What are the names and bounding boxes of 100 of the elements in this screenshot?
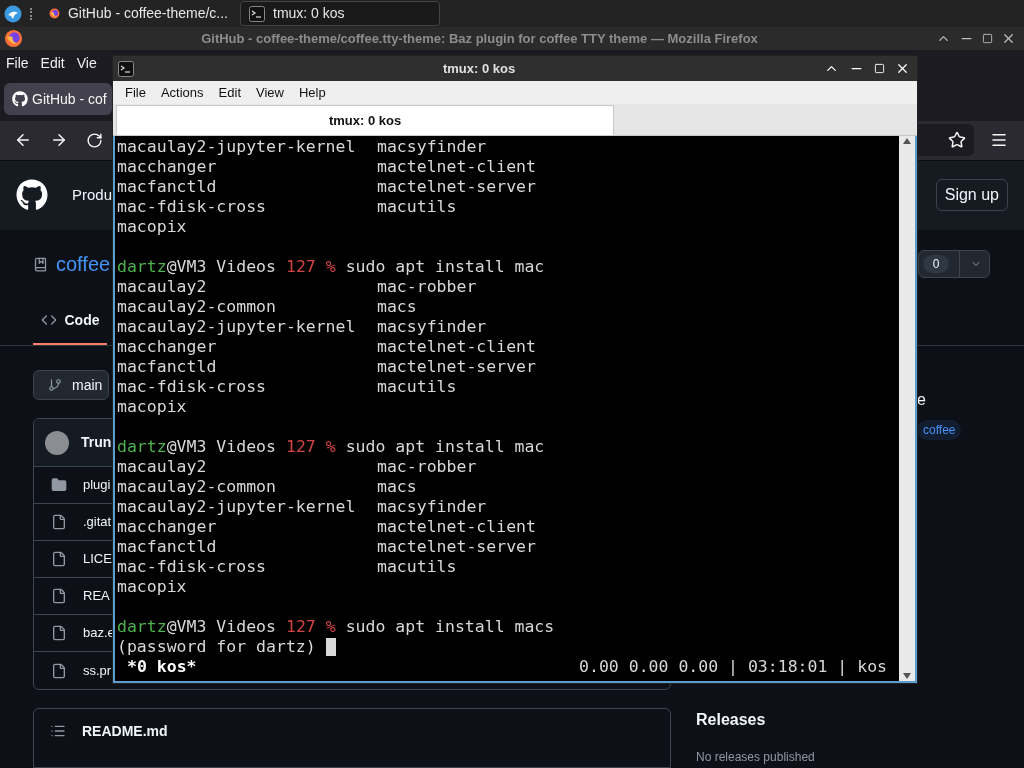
file-name[interactable]: .gitat <box>83 512 112 532</box>
folder-icon <box>51 477 67 493</box>
scroll-up-icon[interactable] <box>903 138 911 144</box>
package-name: macsyfinder <box>377 317 487 337</box>
logo-icon[interactable] <box>16 179 48 212</box>
close-icon[interactable] <box>895 61 910 76</box>
package-name: macfanctld <box>117 537 218 557</box>
about-text: e <box>917 390 927 410</box>
menu-item[interactable]: Help <box>298 82 326 103</box>
menu-item[interactable]: Vie <box>76 53 97 75</box>
package-name: mactelnet-server <box>377 357 536 377</box>
package-name: macaulay2-jupyter-kernel <box>117 317 357 337</box>
window-title: GitHub - coffee-theme/coffee.tty-theme: Baz plugin for coffee TTY theme — Mozilla Firefox <box>200 29 759 48</box>
package-name: mac-fdisk-cross <box>117 197 267 217</box>
package-name: mactelnet-client <box>377 517 536 537</box>
star-count: 0 <box>923 255 949 273</box>
command-text: sudo apt install mac <box>345 257 545 277</box>
topic-tag[interactable]: coffee <box>917 420 962 440</box>
prompt-user: dartz <box>117 437 167 457</box>
nav-item[interactable]: Produ <box>72 184 113 207</box>
menu-item[interactable]: File <box>6 53 29 75</box>
repository-icon <box>33 256 48 272</box>
package-name: macfanctld <box>117 357 218 377</box>
menu-item[interactable]: Actions <box>160 82 204 103</box>
package-name: macutils <box>377 557 457 577</box>
prompt-user: dartz <box>117 257 167 277</box>
prompt-location: @VM3 Videos <box>166 437 276 457</box>
package-name: mac-fdisk-cross <box>117 377 267 397</box>
outline-icon[interactable] <box>50 723 66 739</box>
scroll-down-icon[interactable] <box>903 673 911 679</box>
releases-heading[interactable]: Releases <box>696 708 766 732</box>
scrollbar[interactable] <box>899 136 915 681</box>
command-text: sudo apt install macs <box>345 617 555 637</box>
menu-item[interactable]: Edit <box>218 82 241 103</box>
package-name: macutils <box>377 377 457 397</box>
exit-status: 127 % <box>285 617 336 637</box>
package-name: macchanger <box>117 337 218 357</box>
file-icon <box>51 662 67 679</box>
text-cursor <box>325 638 336 656</box>
branch-icon <box>48 378 62 392</box>
menu-item[interactable]: View <box>256 82 284 103</box>
task-title: GitHub - coffee-theme/c... <box>67 4 228 23</box>
drag-handle-icon[interactable] <box>30 7 33 20</box>
file-icon <box>51 551 67 567</box>
file-name[interactable]: LICE <box>83 549 112 569</box>
avatar <box>45 430 69 455</box>
command-text: sudo apt install mac <box>345 437 545 457</box>
prompt-location: @VM3 Videos <box>166 617 276 637</box>
code-icon <box>40 312 57 328</box>
window-title: tmux: 0 kos <box>441 59 517 78</box>
sign-up-button[interactable]: Sign up <box>935 179 1008 212</box>
menu-item[interactable]: File <box>125 82 146 103</box>
taskbar-task[interactable]: GitHub - coffee-theme/c... <box>41 1 236 26</box>
package-name: macaulay2-common <box>117 297 277 317</box>
browser-tab[interactable]: GitHub - cof <box>4 83 112 116</box>
task-title: tmux: 0 kos <box>273 4 345 23</box>
file-name[interactable]: REA <box>83 586 110 606</box>
package-name: mac-robber <box>377 457 477 477</box>
branch-selector[interactable]: main <box>33 370 109 400</box>
package-name: macaulay2-jupyter-kernel <box>117 497 357 517</box>
file-icon <box>51 588 67 604</box>
package-name: macs <box>377 297 417 317</box>
repository-link[interactable]: coffee <box>56 249 111 279</box>
file-icon <box>51 514 67 530</box>
package-name: macfanctld <box>117 177 218 197</box>
package-name: macaulay2 <box>117 277 208 297</box>
package-name: macaulay2-jupyter-kernel <box>117 137 357 157</box>
terminal-icon <box>249 5 265 22</box>
package-name: mac-robber <box>377 277 477 297</box>
star-control[interactable]: 0 <box>918 250 990 278</box>
terminal-icon <box>118 60 134 77</box>
exit-status: 127 % <box>285 437 336 457</box>
maximize-icon[interactable] <box>982 32 993 44</box>
commit-author[interactable]: Trun <box>81 432 112 453</box>
package-name: mac-fdisk-cross <box>117 557 267 577</box>
tmux-window-label: *0 kos* <box>127 657 197 677</box>
logo-icon <box>12 91 28 108</box>
package-name: mactelnet-server <box>377 537 536 557</box>
file-name[interactable]: ss.pr <box>83 660 112 681</box>
menu-item[interactable]: Edit <box>40 53 65 75</box>
package-name: macaulay2 <box>117 457 208 477</box>
releases-note: No releases published <box>696 749 815 766</box>
app-launcher-icon[interactable] <box>4 4 22 23</box>
package-name: mactelnet-server <box>377 177 536 197</box>
file-icon <box>51 625 67 641</box>
tmux-status-info: 0.00 0.00 0.00 | 03:18:01 | kos <box>579 657 887 677</box>
password-prompt: (password for dartz) <box>117 637 316 657</box>
package-name: macchanger <box>117 157 218 177</box>
prompt-location: @VM3 Videos <box>166 257 276 277</box>
terminal-tab[interactable]: tmux: 0 kos <box>116 105 614 135</box>
package-name: macaulay2-common <box>117 477 277 497</box>
package-name: macopix <box>117 217 187 237</box>
repo-tab[interactable]: Code <box>33 297 107 345</box>
taskbar-task[interactable]: tmux: 0 kos <box>240 1 440 26</box>
package-name: macutils <box>377 197 457 217</box>
reload-icon[interactable] <box>86 131 103 149</box>
browser-logo-icon <box>4 28 23 48</box>
prompt-user: dartz <box>117 617 167 637</box>
bookmark-star-icon[interactable] <box>948 131 966 150</box>
file-name[interactable]: plugi <box>83 475 111 495</box>
